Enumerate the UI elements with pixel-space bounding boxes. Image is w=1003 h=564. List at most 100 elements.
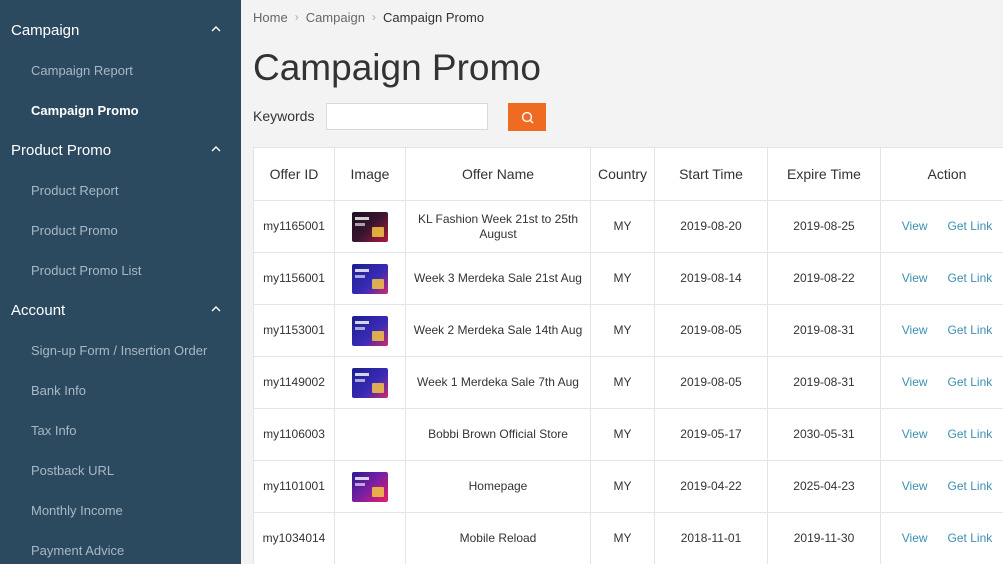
cell-image (334, 356, 406, 409)
cell-action: View Get Link (880, 304, 1003, 357)
cell-expire-time: 2019-08-22 (767, 252, 881, 305)
cell-offer-name: Mobile Reload (405, 512, 591, 564)
sidebar-item-tax-info[interactable]: Tax Info (0, 410, 241, 450)
cell-offer-name: Bobbi Brown Official Store (405, 408, 591, 461)
sidebar-item-label: Product Promo (31, 222, 118, 238)
table-row: my1153001 Week 2 Merdeka Sale 14th Aug MY 2… (253, 304, 1003, 357)
cell-action: View Get Link (880, 252, 1003, 305)
search-button[interactable] (508, 103, 546, 131)
table-row: my1165001 KL Fashion Week 21st to 25th Au… (253, 200, 1003, 253)
sidebar-item-postback-url[interactable]: Postback URL (0, 450, 241, 490)
sidebar-item-label: Campaign Promo (31, 102, 139, 118)
cell-start-time: 2019-04-22 (654, 460, 768, 513)
view-link[interactable]: View (902, 479, 928, 494)
view-link[interactable]: View (902, 375, 928, 390)
view-link[interactable]: View (902, 271, 928, 286)
thumbnail-product-shape (372, 226, 384, 237)
sidebar-item-label: Tax Info (31, 422, 77, 438)
cell-start-time: 2019-05-17 (654, 408, 768, 461)
cell-start-time: 2018-11-01 (654, 512, 768, 564)
get-link-link[interactable]: Get Link (948, 427, 993, 442)
sidebar-item-monthly-income[interactable]: Monthly Income (0, 490, 241, 530)
cell-image (334, 200, 406, 253)
cell-image (334, 512, 406, 564)
sidebar-item-label: Monthly Income (31, 502, 123, 518)
thumbnail-text-shape (355, 476, 369, 480)
sidebar-item-campaign-promo[interactable]: Campaign Promo (0, 90, 241, 130)
header-offer-id: Offer ID (253, 147, 335, 201)
sidebar-item-label: Bank Info (31, 382, 86, 398)
search-icon (521, 111, 533, 123)
table-row: my1106003 Bobbi Brown Official Store MY 201… (253, 408, 1003, 461)
cell-offer-id: my1153001 (253, 304, 335, 357)
cell-offer-name: Week 1 Merdeka Sale 7th Aug (405, 356, 591, 409)
breadcrumb-home[interactable]: Home (253, 10, 288, 25)
breadcrumb: Home › Campaign › Campaign Promo (253, 9, 484, 25)
sidebar-item-bank-info[interactable]: Bank Info (0, 370, 241, 410)
get-link-link[interactable]: Get Link (948, 219, 993, 234)
sidebar-item-payment-advice[interactable]: Payment Advice (0, 530, 241, 564)
chevron-up-icon (211, 26, 221, 32)
sidebar-item-label: Product Report (31, 182, 119, 198)
cell-country: MY (590, 252, 655, 305)
cell-start-time: 2019-08-05 (654, 356, 768, 409)
breadcrumb-current: Campaign Promo (382, 9, 485, 25)
get-link-link[interactable]: Get Link (948, 479, 993, 494)
offer-thumbnail[interactable] (352, 211, 388, 242)
offer-thumbnail[interactable] (352, 315, 388, 346)
sidebar-section-campaign[interactable]: Campaign (0, 10, 241, 50)
thumbnail-text-shape (355, 326, 365, 330)
get-link-link[interactable]: Get Link (948, 531, 993, 546)
chevron-right-icon: › (371, 10, 376, 24)
cell-expire-time: 2019-08-31 (767, 304, 881, 357)
sidebar-item-label: Sign-up Form / Insertion Order (31, 342, 208, 358)
view-link[interactable]: View (902, 219, 928, 234)
keywords-input[interactable] (326, 103, 488, 130)
sidebar-item-product-report[interactable]: Product Report (0, 170, 241, 210)
sidebar-item-product-promo-list[interactable]: Product Promo List (0, 250, 241, 290)
cell-action: View Get Link (880, 408, 1003, 461)
table-row: my1034014 Mobile Reload MY 2018-11-01 2019-1… (253, 512, 1003, 564)
sidebar-section-label: Campaign (11, 21, 80, 39)
thumbnail-text-shape (355, 222, 365, 226)
cell-action: View Get Link (880, 512, 1003, 564)
header-offer-name: Offer Name (405, 147, 591, 201)
chevron-up-icon (211, 306, 221, 312)
sidebar-section-account[interactable]: Account (0, 290, 241, 330)
sidebar-item-signup-form[interactable]: Sign-up Form / Insertion Order (0, 330, 241, 370)
thumbnail-product-shape (372, 382, 384, 393)
thumbnail-product-shape (372, 330, 384, 341)
offer-thumbnail[interactable] (352, 367, 388, 398)
cell-action: View Get Link (880, 356, 1003, 409)
cell-country: MY (590, 304, 655, 357)
cell-offer-id: my1149002 (253, 356, 335, 409)
thumbnail-text-shape (355, 216, 369, 220)
header-image: Image (334, 147, 406, 201)
breadcrumb-campaign[interactable]: Campaign (306, 10, 365, 25)
cell-offer-id: my1106003 (253, 408, 335, 461)
get-link-link[interactable]: Get Link (948, 271, 993, 286)
cell-expire-time: 2019-11-30 (767, 512, 881, 564)
cell-offer-name: Week 2 Merdeka Sale 14th Aug (405, 304, 591, 357)
sidebar: Campaign Campaign Report Campaign Promo … (0, 0, 241, 564)
sidebar-item-campaign-report[interactable]: Campaign Report (0, 50, 241, 90)
table-row: my1156001 Week 3 Merdeka Sale 21st Aug MY 2… (253, 252, 1003, 305)
view-link[interactable]: View (902, 427, 928, 442)
cell-start-time: 2019-08-14 (654, 252, 768, 305)
offer-thumbnail[interactable] (352, 263, 388, 294)
cell-expire-time: 2019-08-31 (767, 356, 881, 409)
cell-image (334, 252, 406, 305)
cell-expire-time: 2030-05-31 (767, 408, 881, 461)
view-link[interactable]: View (902, 323, 928, 338)
thumbnail-text-shape (355, 482, 365, 486)
thumbnail-product-shape (372, 486, 384, 497)
get-link-link[interactable]: Get Link (948, 375, 993, 390)
chevron-up-icon (211, 146, 221, 152)
sidebar-item-product-promo[interactable]: Product Promo (0, 210, 241, 250)
offer-thumbnail[interactable] (352, 471, 388, 502)
view-link[interactable]: View (902, 531, 928, 546)
get-link-link[interactable]: Get Link (948, 323, 993, 338)
header-expire-time: Expire Time (767, 147, 881, 201)
main-content: Home › Campaign › Campaign Promo Campaig… (241, 0, 1003, 564)
sidebar-section-product-promo[interactable]: Product Promo (0, 130, 241, 170)
